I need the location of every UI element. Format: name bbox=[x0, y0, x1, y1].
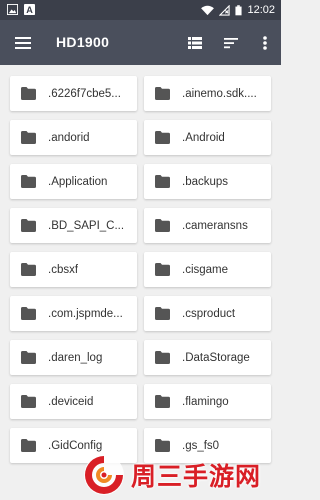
folder-name: .DataStorage bbox=[182, 351, 250, 364]
folder-name: .andorid bbox=[48, 131, 90, 144]
sort-icon[interactable] bbox=[220, 32, 242, 54]
folder-name: .com.jspmde... bbox=[48, 307, 123, 320]
status-right: 12:02 bbox=[201, 3, 275, 17]
folder-name: .cbsxf bbox=[48, 263, 79, 276]
status-left: A bbox=[7, 4, 35, 15]
watermark: 周三手游网 bbox=[82, 450, 281, 500]
folder-icon bbox=[21, 395, 36, 408]
folder-item[interactable]: .ainemo.sdk.... bbox=[144, 76, 271, 111]
folder-icon bbox=[21, 175, 36, 188]
folder-name: .BD_SAPI_C... bbox=[48, 219, 125, 232]
folder-item[interactable]: .cbsxf bbox=[10, 252, 137, 287]
folder-name: .Application bbox=[48, 175, 108, 188]
status-bar: A 12:02 bbox=[0, 0, 281, 20]
folder-item[interactable]: .6226f7cbe5... bbox=[10, 76, 137, 111]
image-icon bbox=[7, 4, 18, 15]
a-icon: A bbox=[24, 4, 35, 15]
folder-item[interactable]: .flamingo bbox=[144, 384, 271, 419]
watermark-logo-icon bbox=[84, 455, 124, 495]
folder-item[interactable]: .cameransns bbox=[144, 208, 271, 243]
folder-grid: .6226f7cbe5... .ainemo.sdk.... .andorid … bbox=[10, 76, 271, 463]
folder-item[interactable]: .daren_log bbox=[10, 340, 137, 375]
app-bar: HD1900 bbox=[0, 20, 281, 65]
folder-name: .cisgame bbox=[182, 263, 229, 276]
folder-name: .6226f7cbe5... bbox=[48, 87, 121, 100]
folder-item[interactable]: .DataStorage bbox=[144, 340, 271, 375]
folder-item[interactable]: .BD_SAPI_C... bbox=[10, 208, 137, 243]
folder-name: .cameransns bbox=[182, 219, 248, 232]
list-view-icon[interactable] bbox=[184, 32, 206, 54]
folder-name: .flamingo bbox=[182, 395, 229, 408]
folder-name: .ainemo.sdk.... bbox=[182, 87, 257, 100]
folder-name: .csproduct bbox=[182, 307, 236, 320]
folder-item[interactable]: .Android bbox=[144, 120, 271, 155]
watermark-text: 周三手游网 bbox=[131, 462, 262, 491]
folder-icon bbox=[155, 87, 170, 100]
more-vert-icon[interactable] bbox=[254, 32, 276, 54]
svg-text:A: A bbox=[26, 5, 33, 15]
folder-icon bbox=[21, 131, 36, 144]
hamburger-menu-icon[interactable] bbox=[12, 32, 34, 54]
folder-icon bbox=[155, 131, 170, 144]
status-time: 12:02 bbox=[247, 4, 275, 16]
folder-name: .Android bbox=[182, 131, 225, 144]
folder-item[interactable]: .backups bbox=[144, 164, 271, 199]
folder-icon bbox=[21, 307, 36, 320]
folder-icon bbox=[21, 219, 36, 232]
folder-list[interactable]: .6226f7cbe5... .ainemo.sdk.... .andorid … bbox=[0, 65, 281, 500]
app-title: HD1900 bbox=[56, 34, 110, 50]
folder-icon bbox=[21, 439, 36, 452]
wifi-icon bbox=[201, 5, 215, 15]
folder-icon bbox=[155, 263, 170, 276]
folder-item[interactable]: .csproduct bbox=[144, 296, 271, 331]
folder-item[interactable]: .andorid bbox=[10, 120, 137, 155]
folder-icon bbox=[155, 395, 170, 408]
folder-icon bbox=[21, 351, 36, 364]
folder-name: .backups bbox=[182, 175, 229, 188]
folder-name: .daren_log bbox=[48, 351, 103, 364]
folder-item[interactable]: .cisgame bbox=[144, 252, 271, 287]
folder-item[interactable]: .deviceid bbox=[10, 384, 137, 419]
folder-icon bbox=[21, 263, 36, 276]
folder-icon bbox=[155, 307, 170, 320]
folder-icon bbox=[155, 219, 170, 232]
folder-name: .deviceid bbox=[48, 395, 94, 408]
folder-icon bbox=[155, 351, 170, 364]
folder-item[interactable]: .com.jspmde... bbox=[10, 296, 137, 331]
folder-item[interactable]: .Application bbox=[10, 164, 137, 199]
signal-off-icon bbox=[219, 4, 231, 16]
folder-icon bbox=[155, 175, 170, 188]
folder-icon bbox=[21, 87, 36, 100]
battery-icon bbox=[235, 4, 243, 15]
